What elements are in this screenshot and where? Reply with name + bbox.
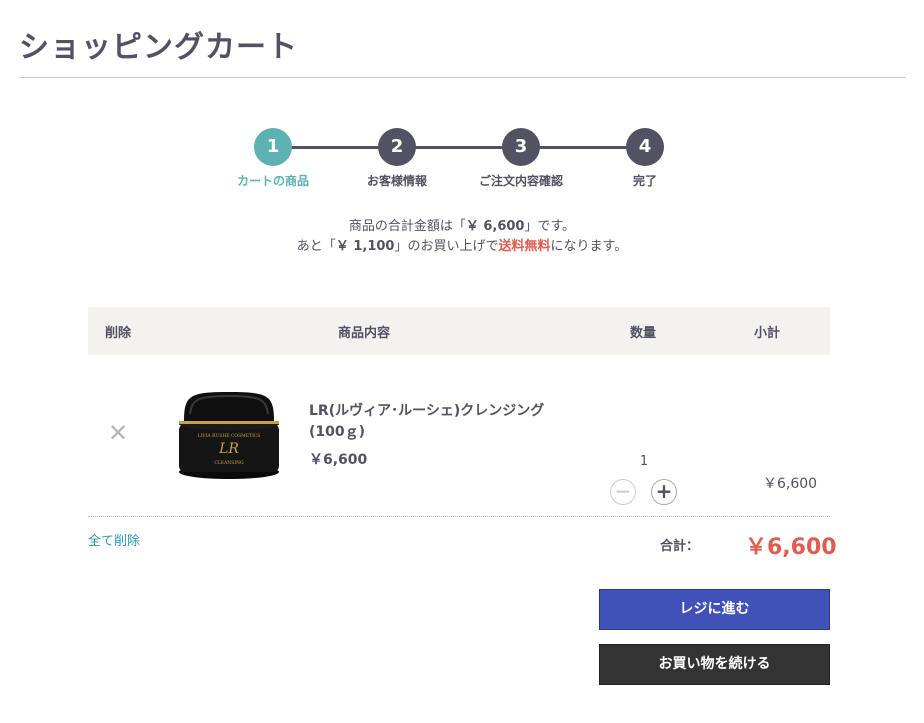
- header-subtotal: 小計: [754, 326, 781, 341]
- summary-text: 」のお買い上げで: [394, 239, 499, 254]
- summary-remaining-amount: ￥ 1,100: [335, 239, 395, 254]
- header-product: 商品内容: [338, 326, 391, 341]
- step-number: 2: [378, 128, 416, 166]
- clear-all-link[interactable]: 全て削除: [88, 530, 140, 549]
- summary-text: あと「: [296, 239, 336, 254]
- step-number: 3: [502, 128, 540, 166]
- summary-total-line: 商品の合計金額は「￥ 6,600」です。: [0, 217, 924, 237]
- item-subtotal: ￥6,600: [763, 476, 818, 492]
- product-name[interactable]: LR(ルヴィア･ルーシェ)クレンジング(100ｇ): [309, 401, 569, 443]
- checkout-progress: 1 カートの商品 2 お客様情報 3 ご注文内容確認 4 完了: [0, 128, 924, 198]
- cart-table: 削除 商品内容 数量 小計 ✕ LIVIA RUSHE COSMETICS LR…: [88, 307, 830, 517]
- remove-item-icon[interactable]: ✕: [108, 421, 128, 445]
- summary-total-amount: ￥ 6,600: [465, 219, 525, 234]
- header-quantity: 数量: [630, 326, 657, 341]
- quantity-value: 1: [639, 454, 649, 469]
- summary-text: 商品の合計金額は「: [348, 219, 466, 234]
- summary-text: になります。: [550, 239, 628, 254]
- step-complete: 4 完了: [565, 128, 725, 189]
- cart-summary-message: 商品の合計金額は「￥ 6,600」です。 あと「￥ 1,100」のお買い上げで送…: [0, 217, 924, 257]
- free-shipping-text: 送料無料: [498, 239, 551, 254]
- step-number: 1: [254, 128, 292, 166]
- step-number: 4: [626, 128, 664, 166]
- summary-free-shipping-line: あと「￥ 1,100」のお買い上げで送料無料になります。: [0, 237, 924, 257]
- product-logo-text: LR: [218, 441, 239, 457]
- header-delete: 削除: [105, 326, 132, 341]
- total-label: 合計：: [660, 539, 700, 554]
- total-value: ￥6,600: [745, 535, 837, 560]
- quantity-decrease-button[interactable]: −: [610, 479, 636, 505]
- summary-text: 」です。: [524, 219, 576, 234]
- title-divider: [19, 77, 906, 78]
- product-price: ￥6,600: [309, 452, 368, 468]
- table-header: 削除 商品内容 数量 小計: [88, 307, 830, 355]
- product-line-text: CLEANSING: [214, 460, 244, 466]
- page-title: ショッピングカート: [19, 30, 298, 65]
- continue-shopping-button[interactable]: お買い物を続ける: [599, 644, 830, 685]
- quantity-increase-button[interactable]: +: [651, 479, 677, 505]
- product-brand-text: LIVIA RUSHE COSMETICS: [198, 433, 261, 439]
- step-label: 完了: [632, 174, 657, 188]
- product-image[interactable]: LIVIA RUSHE COSMETICS LR CLEANSING: [176, 390, 282, 480]
- checkout-button[interactable]: レジに進む: [599, 589, 830, 630]
- table-row: ✕ LIVIA RUSHE COSMETICS LR CLEANSING LR(…: [88, 355, 830, 517]
